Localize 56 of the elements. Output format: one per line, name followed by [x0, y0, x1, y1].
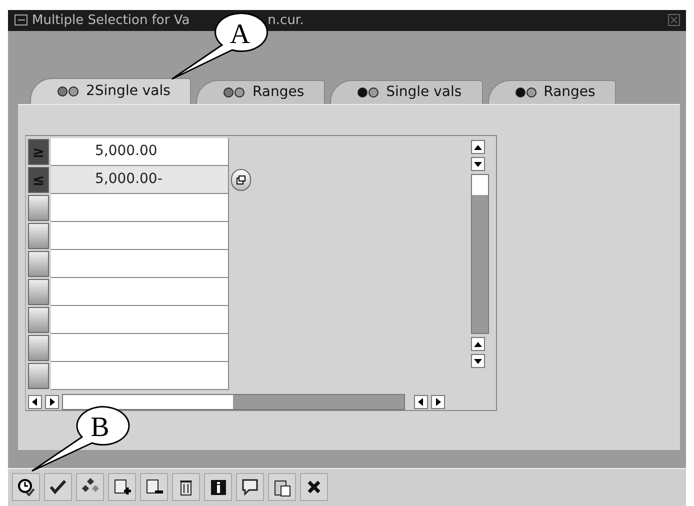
row-selector[interactable]	[28, 194, 49, 221]
table-cell[interactable]: 5,000.00	[51, 138, 229, 166]
scroll-down-button[interactable]	[471, 156, 485, 171]
table-cell[interactable]	[51, 362, 229, 390]
row-selector[interactable]	[28, 222, 49, 249]
scroll-down-button[interactable]	[471, 354, 485, 368]
close-button[interactable]	[300, 473, 328, 502]
scroll-up-button[interactable]	[471, 336, 485, 351]
window-title: Multiple Selection for Va	[32, 12, 190, 28]
close-icon[interactable]	[668, 14, 680, 26]
row-selector[interactable]	[28, 250, 49, 277]
circles-icon	[357, 86, 380, 98]
clock-check-button[interactable]	[12, 473, 40, 502]
checkmark-button[interactable]	[44, 473, 72, 502]
insert-row-icon	[112, 477, 132, 498]
speech-bubble-button[interactable]	[236, 473, 264, 502]
window-icon	[14, 14, 28, 26]
tab[interactable]: Single vals	[330, 80, 483, 104]
row-selector[interactable]	[28, 278, 49, 305]
tab[interactable]: 2Single vals	[30, 78, 192, 104]
scroll-up-button[interactable]	[471, 140, 485, 154]
scroll-right-button[interactable]	[431, 394, 445, 409]
circles-icon	[223, 86, 246, 98]
diamond-shapes-button[interactable]	[76, 473, 104, 502]
window-title: n.cur.	[268, 12, 304, 28]
speech-bubble-icon	[240, 477, 260, 498]
table-cell[interactable]	[51, 306, 229, 334]
table-cell[interactable]	[51, 194, 229, 222]
circles-icon	[514, 86, 537, 98]
info-icon	[208, 477, 228, 498]
trash-button[interactable]	[172, 473, 200, 502]
tab[interactable]: Ranges	[196, 80, 326, 104]
callout-label: B	[90, 412, 110, 443]
clock-check-icon	[16, 477, 36, 498]
row-selector[interactable]	[28, 334, 49, 361]
horizontal-scrollbar[interactable]	[62, 394, 405, 410]
delete-row-button[interactable]	[140, 473, 168, 502]
table-cell[interactable]: 5,000.00-	[51, 166, 229, 194]
scroll-left-button[interactable]	[28, 394, 42, 409]
clipboard-button[interactable]	[268, 473, 296, 502]
callout-label: A	[230, 19, 250, 50]
table-cell[interactable]	[51, 250, 229, 278]
vertical-scrollbar[interactable]	[471, 174, 489, 334]
scroll-left-button[interactable]	[414, 394, 428, 409]
table-cell[interactable]	[51, 334, 229, 362]
row-selector[interactable]	[28, 362, 49, 389]
insert-row-button[interactable]	[108, 473, 136, 502]
info-button[interactable]	[204, 473, 232, 502]
scroll-right-button[interactable]	[45, 394, 59, 409]
detail-button[interactable]	[231, 168, 251, 191]
table-cell[interactable]	[51, 278, 229, 306]
tab[interactable]: Ranges	[488, 80, 616, 104]
windows-icon	[236, 174, 246, 185]
table-cell[interactable]	[51, 222, 229, 250]
circles-icon	[57, 86, 79, 97]
row-selector[interactable]	[28, 306, 49, 333]
